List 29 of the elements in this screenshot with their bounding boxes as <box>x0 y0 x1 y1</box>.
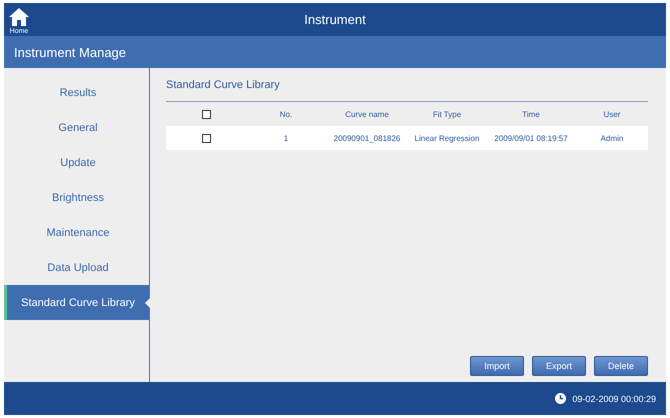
clock-icon <box>555 393 566 404</box>
column-header: Fit Type <box>432 110 462 118</box>
table-cell: 20090901_081826 <box>334 134 400 142</box>
sidebar-item[interactable]: Brightness <box>4 180 149 215</box>
home-icon <box>8 6 30 26</box>
table-cell: 1 <box>284 134 288 142</box>
sidebar-item[interactable]: General <box>4 110 149 145</box>
column-header: User <box>604 110 620 118</box>
column-header: No. <box>280 110 292 118</box>
column-header: Curve name <box>345 110 389 118</box>
action-button[interactable]: Export <box>532 356 586 376</box>
table-cell: Admin <box>600 134 624 142</box>
table-row[interactable]: 1 20090901_081826 Linear Regression 2009/09/01 08:19:57 Admin <box>166 126 648 150</box>
date-time: 09-02-2009 00:00:29 <box>572 394 656 404</box>
table-cell: Linear Regression <box>414 134 480 142</box>
action-button[interactable]: Import <box>470 356 524 376</box>
row-checkbox[interactable] <box>202 134 210 142</box>
select-all-checkbox[interactable] <box>202 110 210 118</box>
sidebar-item[interactable]: Results <box>4 75 149 110</box>
sidebar-item[interactable]: Maintenance <box>4 215 149 250</box>
sidebar-item[interactable]: Update <box>4 145 149 180</box>
table-cell: 2009/09/01 08:19:57 <box>494 134 568 142</box>
section-title: Instrument Manage <box>14 44 126 60</box>
sidebar-item[interactable]: Data Upload <box>4 250 149 285</box>
panel-title: Standard Curve Library <box>166 68 648 102</box>
action-button[interactable]: Delete <box>594 356 648 376</box>
sidebar-item[interactable]: Standard Curve Library <box>4 285 149 320</box>
column-header: Time <box>522 110 540 118</box>
window-title: Instrument <box>304 12 366 27</box>
